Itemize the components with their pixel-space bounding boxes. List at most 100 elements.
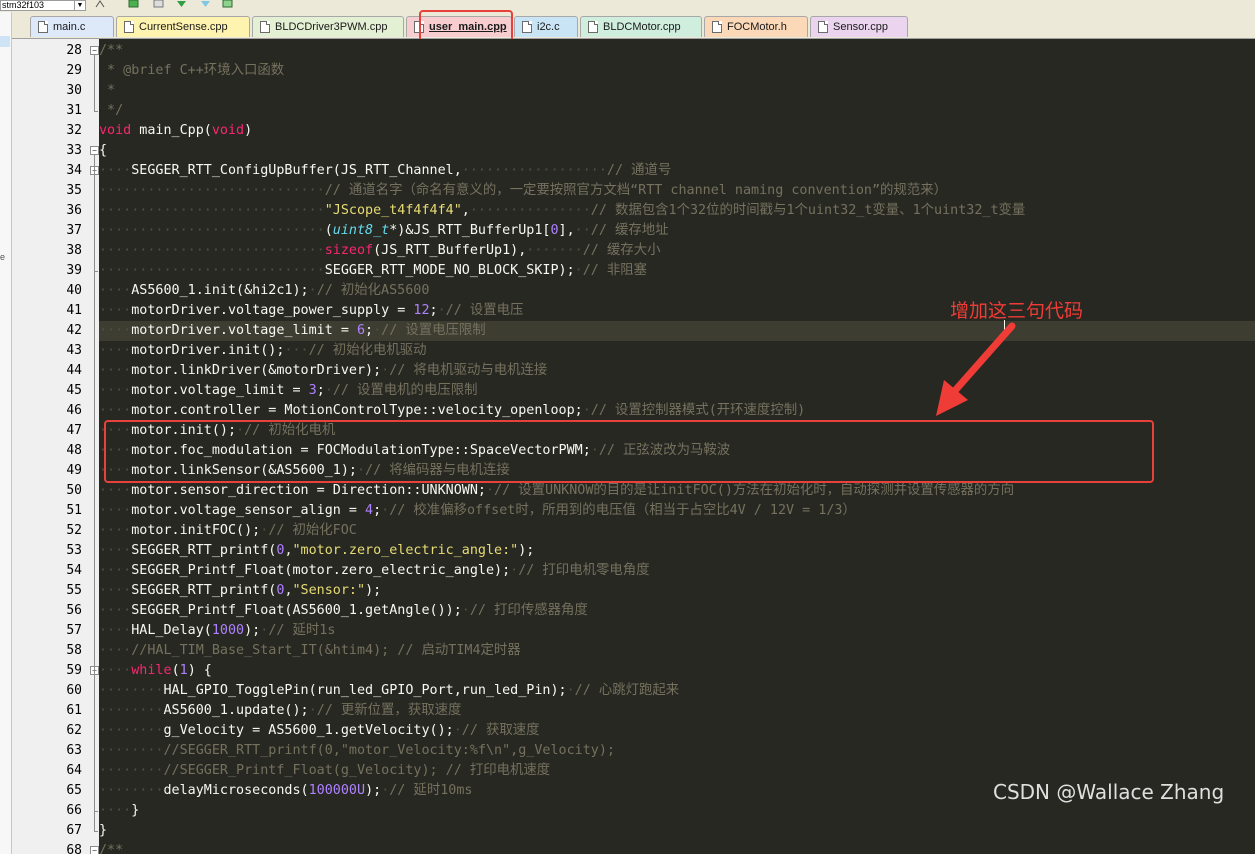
code-line[interactable]: ····motor.controller = MotionControlType…: [99, 401, 1255, 421]
code-token: 12: [413, 303, 430, 318]
file-icon: [522, 21, 532, 33]
fold-toggle-icon[interactable]: −: [90, 46, 99, 55]
code-token: ····: [99, 363, 132, 378]
code-line[interactable]: ····motor.sensor_direction = Direction::…: [99, 481, 1255, 501]
code-token: ·: [582, 403, 591, 418]
code-token: uint8_t: [332, 223, 390, 238]
tab-i2c-c[interactable]: i2c.c: [514, 16, 578, 37]
code-line[interactable]: /**: [99, 841, 1255, 854]
code-token: ·: [566, 683, 575, 698]
line-number: 65: [66, 783, 82, 798]
code-line[interactable]: ········AS5600_1.update();·// 更新位置，获取速度: [99, 701, 1255, 721]
code-line[interactable]: ····}: [99, 801, 1255, 821]
code-token: // 设置UNKNOW的目的是让initFOC()方法在初始化时，自动探测并设置…: [494, 483, 1015, 498]
code-token: ····························: [99, 183, 325, 198]
code-token: ·: [453, 723, 462, 738]
code-line[interactable]: ········HAL_GPIO_TogglePin(run_led_GPIO_…: [99, 681, 1255, 701]
code-line[interactable]: }: [99, 821, 1255, 841]
tab-label: CurrentSense.cpp: [139, 21, 228, 33]
code-token: ): [244, 123, 253, 138]
code-line[interactable]: ····motor.linkDriver(&motorDriver);·// 将…: [99, 361, 1255, 381]
code-line[interactable]: ····motor.initFOC();·// 初始化FOC: [99, 521, 1255, 541]
code-line[interactable]: void main_Cpp(void): [99, 121, 1255, 141]
code-token: }: [99, 823, 108, 838]
code-token: *)&JS_RTT_BufferUp1[: [389, 223, 551, 238]
code-token: 100000U: [308, 783, 366, 798]
line-number: 39: [66, 263, 82, 278]
code-token: 1: [179, 663, 188, 678]
line-number: 34: [66, 163, 82, 178]
code-token: ····: [99, 543, 132, 558]
code-token: /**: [99, 43, 124, 58]
code-line[interactable]: ····while(1) {: [99, 661, 1255, 681]
code-token: // 初始化电机驱动: [308, 343, 427, 358]
project-select[interactable]: stm32f103 ▼: [0, 0, 86, 11]
line-number: 36: [66, 203, 82, 218]
options-icon[interactable]: [222, 0, 233, 8]
build-icon[interactable]: [95, 0, 106, 8]
tab-focmotor-h[interactable]: FOCMotor.h: [704, 16, 808, 37]
code-line[interactable]: ····························sizeof(JS_RT…: [99, 241, 1255, 261]
code-token: ) {: [187, 663, 212, 678]
code-line[interactable]: ····HAL_Delay(1000);·// 延时1s: [99, 621, 1255, 641]
line-number: 59: [66, 663, 82, 678]
code-token: motorDriver.voltage_power_supply =: [131, 303, 414, 318]
code-line[interactable]: ····························SEGGER_RTT_M…: [99, 261, 1255, 281]
project-tree-selection[interactable]: [0, 36, 10, 47]
code-token: motor.voltage_limit =: [131, 383, 309, 398]
download-icon[interactable]: [176, 0, 187, 8]
code-line[interactable]: *: [99, 81, 1255, 101]
code-token: ····: [99, 383, 132, 398]
tab-sensor-cpp[interactable]: Sensor.cpp: [810, 16, 908, 37]
code-line[interactable]: ····························(uint8_t*)&J…: [99, 221, 1255, 241]
debug-icon[interactable]: [200, 0, 211, 8]
code-line[interactable]: ········g_Velocity = AS5600_1.getVelocit…: [99, 721, 1255, 741]
code-line[interactable]: ····motor.voltage_limit = 3;·// 设置电机的电压限…: [99, 381, 1255, 401]
code-line[interactable]: ····SEGGER_Printf_Float(motor.zero_elect…: [99, 561, 1255, 581]
code-line[interactable]: ········//SEGGER_RTT_printf(0,"motor_Vel…: [99, 741, 1255, 761]
layout-icon[interactable]: [153, 0, 164, 8]
code-line[interactable]: */: [99, 101, 1255, 121]
line-number: 33: [66, 143, 82, 158]
code-token: ;: [316, 383, 325, 398]
fold-toggle-icon[interactable]: −: [90, 846, 99, 854]
code-line[interactable]: ····SEGGER_RTT_printf(0,"motor.zero_elec…: [99, 541, 1255, 561]
tab-currentsense-cpp[interactable]: CurrentSense.cpp: [116, 16, 250, 37]
file-icon: [588, 21, 598, 33]
code-token: ·: [574, 263, 583, 278]
code-line[interactable]: ····························"JScope_t4f4…: [99, 201, 1255, 221]
code-line[interactable]: ····SEGGER_Printf_Float(AS5600_1.getAngl…: [99, 601, 1255, 621]
code-line[interactable]: ····SEGGER_RTT_ConfigUpBuffer(JS_RTT_Cha…: [99, 161, 1255, 181]
code-line[interactable]: ····SEGGER_RTT_printf(0,"Sensor:");: [99, 581, 1255, 601]
code-line[interactable]: ····motor.voltage_sensor_align = 4;·// 校…: [99, 501, 1255, 521]
code-line[interactable]: {: [99, 141, 1255, 161]
window-icon[interactable]: [128, 0, 139, 8]
code-token: // 初始化AS5600: [316, 283, 430, 298]
code-line[interactable]: /**: [99, 41, 1255, 61]
tab-bldcmotor-cpp[interactable]: BLDCMotor.cpp: [580, 16, 702, 37]
fold-toggle-icon[interactable]: −: [90, 146, 99, 155]
code-token: ····: [99, 283, 132, 298]
code-line[interactable]: * @brief C++环境入口函数: [99, 61, 1255, 81]
line-number: 32: [66, 123, 82, 138]
code-line[interactable]: ····motorDriver.init();···// 初始化电机驱动: [99, 341, 1255, 361]
code-token: motor.initFOC();: [131, 523, 261, 538]
code-token: 4: [365, 503, 374, 518]
tab-label: Sensor.cpp: [833, 21, 889, 33]
code-line[interactable]: ····//HAL_TIM_Base_Start_IT(&htim4); // …: [99, 641, 1255, 661]
code-token: ,: [461, 203, 470, 218]
code-line[interactable]: ········//SEGGER_Printf_Float(g_Velocity…: [99, 761, 1255, 781]
code-token: AS5600_1.init(&hi2c1);: [131, 283, 309, 298]
watermark: CSDN @Wallace Zhang: [993, 780, 1225, 804]
code-token: motor.sensor_direction = Direction::UNKN…: [131, 483, 486, 498]
tab-main-c[interactable]: main.c: [30, 16, 114, 37]
tab-bldcdriver3pwm-cpp[interactable]: BLDCDriver3PWM.cpp: [252, 16, 404, 37]
code-line[interactable]: ····motorDriver.voltage_limit = 6;·// 设置…: [99, 321, 1255, 341]
code-line[interactable]: ····························// 通道名字（命名有意…: [99, 181, 1255, 201]
code-token: ···············: [469, 203, 591, 218]
code-token: {: [99, 143, 108, 158]
code-token: // 初始化FOC: [268, 523, 357, 538]
annotation-box: [104, 420, 1154, 483]
chevron-down-icon[interactable]: ▼: [74, 1, 85, 10]
code-token: );: [365, 783, 382, 798]
